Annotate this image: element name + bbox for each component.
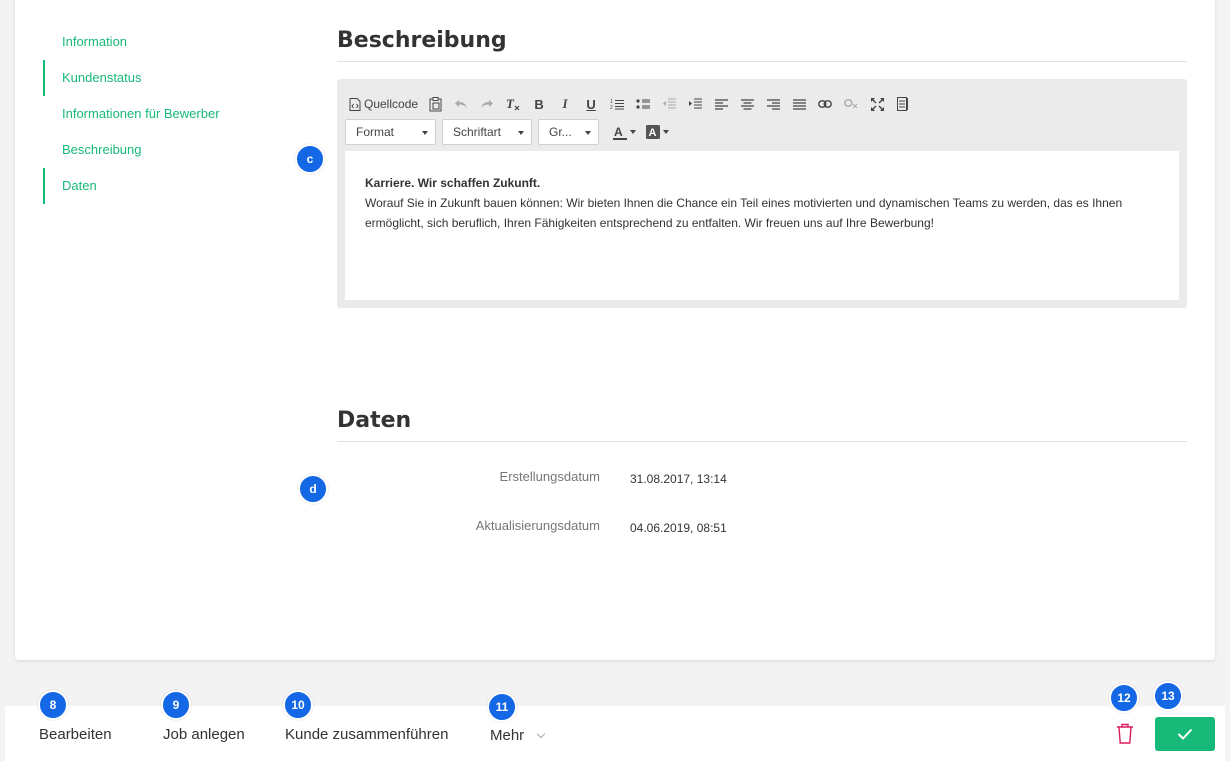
rich-text-editor: Quellcode T B I U 12 Format Schriftart G… xyxy=(337,79,1187,308)
create-job-button[interactable]: Job anlegen xyxy=(163,726,245,743)
unlink-button[interactable] xyxy=(842,95,860,113)
section-nav: Information Kundenstatus Informationen f… xyxy=(43,24,303,204)
content-card: Information Kundenstatus Informationen f… xyxy=(15,0,1215,660)
maximize-button[interactable] xyxy=(868,95,886,113)
svg-text:A: A xyxy=(649,127,657,139)
background-color-icon: A xyxy=(646,125,660,139)
undo-icon xyxy=(455,100,468,109)
nav-item-daten[interactable]: Daten xyxy=(43,168,303,204)
nav-item-beschreibung[interactable]: Beschreibung xyxy=(43,132,303,168)
numbered-list-button[interactable]: 12 xyxy=(608,95,626,113)
maximize-icon xyxy=(870,97,884,111)
align-center-button[interactable] xyxy=(738,95,756,113)
chevron-down-icon xyxy=(663,130,669,134)
link-icon xyxy=(818,100,832,108)
marker-13: 13 xyxy=(1153,681,1183,711)
remove-format-icon: T xyxy=(506,97,520,111)
bullet-list-button[interactable] xyxy=(634,95,652,113)
marker-12: 12 xyxy=(1109,683,1139,713)
bullet-list-icon xyxy=(636,99,651,109)
format-select[interactable]: Format xyxy=(345,119,436,145)
more-dropdown[interactable]: Mehr xyxy=(480,718,560,758)
font-select[interactable]: Schriftart xyxy=(442,119,532,145)
undo-button[interactable] xyxy=(452,95,470,113)
marker-10: 10 xyxy=(283,690,313,720)
unlink-icon xyxy=(844,99,858,109)
updated-value: 04.06.2019, 08:51 xyxy=(630,521,727,535)
source-label: Quellcode xyxy=(364,97,419,111)
justify-icon xyxy=(792,98,806,110)
redo-button[interactable] xyxy=(478,95,496,113)
align-left-icon xyxy=(714,98,728,110)
paste-button[interactable] xyxy=(426,95,444,113)
align-left-button[interactable] xyxy=(712,95,730,113)
chevron-down-icon xyxy=(630,130,636,134)
svg-text:2: 2 xyxy=(610,105,613,110)
beschreibung-title: Beschreibung xyxy=(337,28,1187,62)
remove-format-button[interactable]: T xyxy=(504,95,522,113)
marker-8: 8 xyxy=(38,690,68,720)
edit-button[interactable]: Bearbeiten xyxy=(39,726,112,743)
updated-label: Aktualisierungsdatum xyxy=(475,518,600,533)
italic-button[interactable]: I xyxy=(556,95,574,113)
text-color-icon: A xyxy=(613,125,627,140)
more-label: Mehr xyxy=(490,727,525,744)
svg-text:T: T xyxy=(506,97,515,111)
editor-toolbar: Quellcode T B I U 12 xyxy=(349,94,920,114)
source-icon xyxy=(349,97,361,111)
align-right-icon xyxy=(766,98,780,110)
justify-button[interactable] xyxy=(790,95,808,113)
nav-item-bewerber-info[interactable]: Informationen für Bewerber xyxy=(43,96,303,132)
align-center-icon xyxy=(740,98,754,110)
editor-toolbar-combos: Format Schriftart Gr... A A xyxy=(345,119,677,145)
check-icon xyxy=(1177,728,1193,740)
underline-button[interactable]: U xyxy=(582,95,600,113)
outdent-button[interactable] xyxy=(660,95,678,113)
chevron-down-icon xyxy=(536,729,546,739)
trash-icon[interactable] xyxy=(1115,723,1135,745)
show-blocks-button[interactable] xyxy=(894,95,912,113)
show-blocks-icon xyxy=(897,97,909,111)
indent-icon xyxy=(689,98,703,109)
marker-c: c xyxy=(295,144,325,174)
nav-item-information[interactable]: Information xyxy=(43,24,303,60)
svg-text:A: A xyxy=(614,125,623,139)
size-select[interactable]: Gr... xyxy=(538,119,599,145)
bold-button[interactable]: B xyxy=(530,95,548,113)
description-body: Worauf Sie in Zukunft bauen können: Wir … xyxy=(365,196,1123,230)
nav-item-kundenstatus[interactable]: Kundenstatus xyxy=(43,60,303,96)
indent-button[interactable] xyxy=(686,95,704,113)
redo-icon xyxy=(481,100,494,109)
editor-content[interactable]: Karriere. Wir schaffen Zukunft. Worauf S… xyxy=(345,151,1179,300)
marker-9: 9 xyxy=(161,690,191,720)
paste-icon xyxy=(429,96,442,111)
action-bar: Bearbeiten Job anlegen Kunde zusammenfüh… xyxy=(5,706,1225,761)
marker-d: d xyxy=(298,474,328,504)
align-right-button[interactable] xyxy=(764,95,782,113)
outdent-icon xyxy=(663,98,677,109)
description-heading: Karriere. Wir schaffen Zukunft. xyxy=(365,176,541,190)
text-color-button[interactable]: A xyxy=(613,122,636,142)
numbered-list-icon: 12 xyxy=(610,99,625,110)
background-color-button[interactable]: A xyxy=(646,122,669,142)
merge-customer-button[interactable]: Kunde zusammenführen xyxy=(285,726,448,743)
source-button[interactable]: Quellcode xyxy=(349,95,418,113)
created-value: 31.08.2017, 13:14 xyxy=(630,472,727,486)
daten-title: Daten xyxy=(337,408,1187,442)
marker-11: 11 xyxy=(487,692,517,722)
created-label: Erstellungsdatum xyxy=(499,469,600,484)
confirm-button[interactable] xyxy=(1155,717,1215,751)
link-button[interactable] xyxy=(816,95,834,113)
